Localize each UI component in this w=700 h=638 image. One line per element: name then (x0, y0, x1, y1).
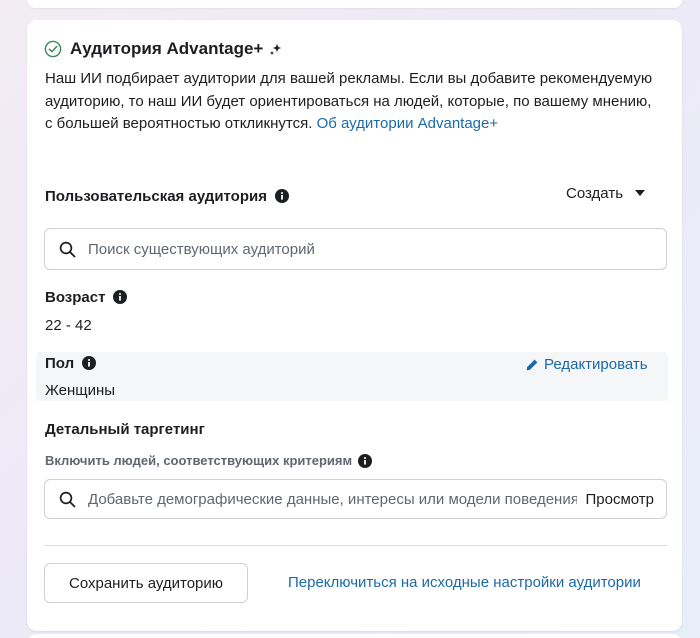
switch-to-original-audience-link[interactable]: Переключиться на исходные настройки ауди… (288, 574, 641, 591)
about-advantage-link[interactable]: Об аудитории Advantage+ (317, 115, 499, 132)
pencil-icon (525, 358, 539, 372)
info-icon[interactable] (82, 356, 97, 370)
age-value: 22 - 42 (45, 317, 92, 334)
info-icon[interactable] (358, 453, 373, 468)
create-label: Создать (566, 184, 624, 202)
save-audience-button[interactable]: Сохранить аудиторию (44, 563, 248, 603)
edit-label: Редактировать (544, 356, 648, 373)
detailed-targeting-search-input[interactable] (88, 490, 578, 508)
custom-audience-search[interactable] (44, 228, 667, 270)
divider (44, 545, 667, 546)
sparkle-icon (269, 42, 283, 56)
advantage-header: Аудитория Advantage+ (44, 38, 283, 60)
criteria-heading: Включить людей, соответствующих критерия… (45, 453, 373, 468)
criteria-label: Включить людей, соответствующих критерия… (45, 453, 353, 468)
edit-gender-link[interactable]: Редактировать (525, 356, 648, 373)
browse-button[interactable]: Просмотр (585, 491, 654, 508)
caret-down-icon (635, 190, 646, 196)
check-circle-icon (44, 40, 62, 58)
gender-value: Женщины (45, 382, 116, 399)
custom-audience-label: Пользовательская аудитория (45, 188, 267, 205)
info-icon[interactable] (113, 290, 128, 304)
advantage-description: Наш ИИ подбирает аудитории для вашей рек… (45, 68, 655, 136)
custom-audience-search-input[interactable] (88, 240, 666, 258)
gender-heading: Пол (45, 355, 97, 372)
age-label: Возраст (45, 289, 106, 306)
custom-audience-heading: Пользовательская аудитория (45, 188, 289, 205)
detailed-targeting-label: Детальный таргетинг (45, 421, 205, 438)
audience-card: Аудитория Advantage+ Наш ИИ подбирает ау… (27, 20, 682, 631)
next-card-edge (27, 634, 682, 638)
info-icon[interactable] (274, 189, 289, 203)
search-icon (59, 491, 76, 508)
advantage-title: Аудитория Advantage+ (70, 39, 264, 58)
age-heading: Возраст (45, 289, 128, 306)
search-icon (59, 241, 76, 258)
gender-label: Пол (45, 355, 75, 372)
previous-card-edge (27, 0, 682, 8)
create-audience-dropdown[interactable]: Создать (566, 182, 646, 204)
detailed-targeting-search[interactable]: Просмотр (44, 479, 667, 519)
